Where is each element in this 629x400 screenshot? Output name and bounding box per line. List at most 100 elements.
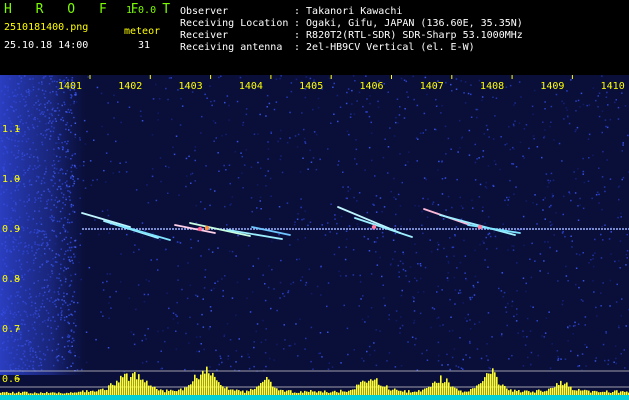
info-key-receiver: Receiver xyxy=(180,30,229,41)
level-bar xyxy=(178,389,180,395)
level-bar xyxy=(476,385,478,395)
level-bar xyxy=(76,392,78,395)
level-bar xyxy=(574,390,576,395)
level-bar xyxy=(606,390,608,395)
level-bar xyxy=(610,392,612,395)
level-bar xyxy=(110,383,112,395)
level-bar xyxy=(122,377,124,395)
level-bar xyxy=(510,389,512,395)
level-bar xyxy=(522,391,524,395)
meteor-label: meteor xyxy=(124,26,161,37)
x-tick-label: 1405 xyxy=(299,81,323,92)
level-bar xyxy=(292,392,294,395)
x-tick-label: 1407 xyxy=(420,81,444,92)
level-bar xyxy=(404,390,406,395)
level-bar xyxy=(132,373,134,395)
level-bar xyxy=(150,385,152,395)
level-bar xyxy=(492,368,494,395)
level-bar xyxy=(568,386,570,395)
level-bar xyxy=(456,388,458,395)
level-bar xyxy=(318,391,320,395)
level-bar xyxy=(520,392,522,395)
level-bar xyxy=(154,386,156,395)
level-bar xyxy=(408,390,410,395)
level-bar xyxy=(580,390,582,395)
level-bar xyxy=(238,390,240,395)
level-bar xyxy=(622,391,624,395)
x-tick-label: 1403 xyxy=(179,81,203,92)
level-bar xyxy=(406,392,408,395)
level-bar xyxy=(48,393,50,395)
level-bar xyxy=(530,392,532,395)
level-bar xyxy=(202,370,204,395)
level-bar xyxy=(278,390,280,395)
level-bar xyxy=(352,389,354,395)
level-bar xyxy=(104,390,106,395)
level-bar xyxy=(258,385,260,395)
level-bar xyxy=(466,391,468,395)
level-bar xyxy=(88,391,90,395)
level-bar xyxy=(424,388,426,395)
level-bar xyxy=(66,392,68,395)
level-bar xyxy=(324,390,326,395)
level-bar xyxy=(108,385,110,395)
level-bar xyxy=(502,384,504,395)
level-bar xyxy=(212,372,214,395)
level-bar xyxy=(552,387,554,395)
level-bar xyxy=(166,389,168,395)
level-bar xyxy=(22,391,24,395)
level-bar xyxy=(36,393,38,395)
level-bar xyxy=(478,384,480,395)
level-bar xyxy=(384,386,386,395)
level-bar xyxy=(250,388,252,395)
level-bar xyxy=(534,392,536,395)
level-bar xyxy=(182,390,184,395)
meteor-head xyxy=(371,224,377,230)
level-bar xyxy=(618,392,620,395)
meteor-count: 31 xyxy=(138,40,151,51)
spectrogram-background xyxy=(0,75,629,400)
level-bar xyxy=(402,391,404,395)
level-bar xyxy=(442,383,444,395)
level-bar xyxy=(500,385,502,395)
level-bar xyxy=(294,392,296,395)
level-bar xyxy=(92,390,94,395)
level-bar xyxy=(418,390,420,395)
level-bar xyxy=(100,389,102,395)
level-bar xyxy=(194,374,196,395)
level-bar xyxy=(494,372,496,395)
level-bar xyxy=(260,383,262,395)
level-bar xyxy=(40,392,42,395)
level-bar xyxy=(186,387,188,395)
level-bar xyxy=(170,389,172,395)
level-bar xyxy=(394,388,396,395)
level-bar xyxy=(586,390,588,395)
level-bar xyxy=(508,390,510,395)
level-bar xyxy=(152,387,154,395)
level-bar xyxy=(230,389,232,395)
level-bar xyxy=(214,376,216,395)
level-bar xyxy=(82,390,84,395)
level-bar xyxy=(348,390,350,395)
level-bar xyxy=(306,391,308,395)
level-bar xyxy=(252,389,254,395)
level-bar xyxy=(498,384,500,395)
level-bar xyxy=(560,380,562,395)
level-bar xyxy=(416,391,418,395)
info-key-location: Receiving Location xyxy=(180,18,289,29)
level-bar xyxy=(340,389,342,395)
level-bar xyxy=(112,384,114,395)
level-bar xyxy=(90,391,92,395)
level-bar xyxy=(392,389,394,395)
info-key-antenna: Receiving antenna xyxy=(180,42,283,53)
level-bar xyxy=(388,389,390,395)
level-bar xyxy=(302,392,304,395)
level-bar xyxy=(134,372,136,395)
level-bar xyxy=(190,384,192,395)
level-bar xyxy=(274,387,276,395)
level-bar xyxy=(272,386,274,395)
level-bar xyxy=(188,385,190,395)
level-bar xyxy=(496,376,498,395)
level-bar xyxy=(526,390,528,395)
level-bar xyxy=(94,391,96,395)
